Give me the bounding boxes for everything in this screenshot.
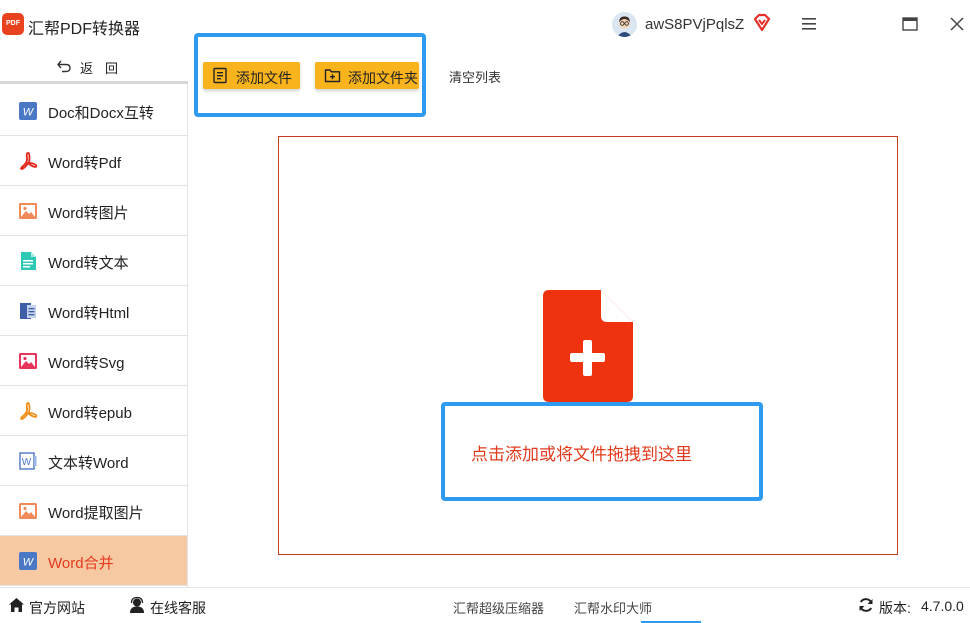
sidebar: 返回 W Doc和Docx互转 Word转Pdf Word转图片 Word转文本… xyxy=(0,50,188,587)
sidebar-item-label: Word转Pdf xyxy=(48,155,122,172)
official-site-link[interactable]: 官方网站 xyxy=(29,598,85,618)
status-bar: 官方网站 在线客服 汇帮超级压缩器 汇帮水印大师 版本: 4.7.0.0 xyxy=(0,587,970,623)
sidebar-item-label: Word提取图片 xyxy=(48,505,144,522)
word-icon: W xyxy=(19,552,37,570)
close-icon[interactable] xyxy=(949,16,965,32)
app-title: 汇帮PDF转换器 xyxy=(28,21,141,38)
back-label: 返回 xyxy=(80,61,131,76)
customer-service-icon xyxy=(130,596,144,613)
svg-image-icon xyxy=(19,353,37,369)
sidebar-item-word-epub[interactable]: Word转epub xyxy=(0,386,187,436)
username[interactable]: awS8PVjPqlsZ xyxy=(645,16,744,33)
version-value: 4.7.0.0 xyxy=(921,598,964,614)
sidebar-item-word-extract-image[interactable]: Word提取图片 xyxy=(0,486,187,536)
sidebar-item-label: Word转epub xyxy=(48,405,132,422)
toolbar-highlight-box xyxy=(194,33,426,117)
drop-hint-text[interactable]: 点击添加或将文件拖拽到这里 xyxy=(471,440,692,465)
sidebar-item-doc-docx[interactable]: W Doc和Docx互转 xyxy=(0,86,187,136)
svg-text:W: W xyxy=(22,457,32,468)
sidebar-item-word-pdf[interactable]: Word转Pdf xyxy=(0,136,187,186)
maximize-icon[interactable] xyxy=(902,17,918,31)
word-outline-icon: W xyxy=(19,452,37,470)
word-icon: W xyxy=(19,102,37,120)
version-label: 版本: xyxy=(879,600,911,616)
sidebar-item-label: Word转Svg xyxy=(48,355,125,372)
app-logo: PDF xyxy=(2,13,24,35)
sidebar-item-label: Word转Html xyxy=(48,305,130,322)
epub-icon xyxy=(20,402,38,420)
sidebar-item-word-svg[interactable]: Word转Svg xyxy=(0,336,187,386)
home-icon xyxy=(9,598,24,612)
tab-watermark[interactable]: 汇帮水印大师 xyxy=(574,598,652,617)
tab-compressor[interactable]: 汇帮超级压缩器 xyxy=(453,598,544,617)
sidebar-item-label: 文本转Word xyxy=(48,455,129,472)
pdf-icon xyxy=(20,152,38,170)
sidebar-item-word-image[interactable]: Word转图片 xyxy=(0,186,187,236)
title-bar: PDF 汇帮PDF转换器 awS8PVjPqlsZ xyxy=(0,0,970,50)
sidebar-item-label: Doc和Docx互转 xyxy=(48,105,154,122)
app-window: PDF 汇帮PDF转换器 awS8PVjPqlsZ 返回 W Doc和Docx互… xyxy=(0,0,970,623)
refresh-icon[interactable] xyxy=(858,597,874,613)
image-icon xyxy=(19,203,37,219)
html-icon xyxy=(20,303,36,319)
menu-icon[interactable] xyxy=(801,17,817,31)
clear-list-button[interactable]: 清空列表 xyxy=(449,67,501,86)
back-arrow-icon xyxy=(57,60,71,73)
online-support-link[interactable]: 在线客服 xyxy=(150,598,206,618)
sidebar-item-word-merge[interactable]: W Word合并 xyxy=(0,536,187,586)
avatar-icon xyxy=(612,12,637,37)
sidebar-item-word-html[interactable]: Word转Html xyxy=(0,286,187,336)
svg-text:W: W xyxy=(23,107,35,119)
sidebar-item-label: Word转图片 xyxy=(48,205,129,222)
vip-diamond-icon[interactable] xyxy=(752,13,772,33)
user-avatar[interactable] xyxy=(612,12,637,37)
sidebar-item-word-text[interactable]: Word转文本 xyxy=(0,236,187,286)
back-button[interactable]: 返回 xyxy=(0,50,188,84)
image-icon xyxy=(19,503,37,519)
svg-text:W: W xyxy=(23,557,35,569)
sidebar-item-label: Word转文本 xyxy=(48,255,129,272)
sidebar-item-text-word[interactable]: W 文本转Word xyxy=(0,436,187,486)
sidebar-item-label: Word合并 xyxy=(48,555,114,572)
add-file-large-icon[interactable] xyxy=(543,290,633,402)
text-file-icon xyxy=(21,252,36,270)
